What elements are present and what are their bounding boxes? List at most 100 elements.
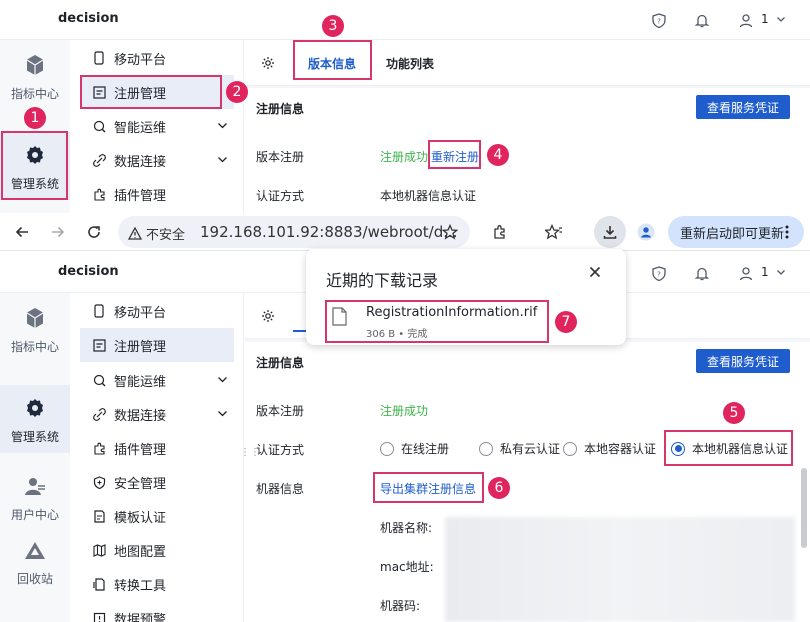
step-marker-7: 7 [555, 311, 577, 333]
radio-label: 在线注册 [401, 442, 450, 456]
reload-icon[interactable] [84, 222, 104, 242]
mobile-icon [92, 304, 106, 318]
submenu-item-convert[interactable]: 转换工具 [80, 567, 234, 601]
top-header: decision ? 1 [0, 0, 810, 40]
step-marker-2: 2 [226, 81, 248, 103]
download-icon[interactable] [594, 216, 626, 248]
submenu-item-mobile[interactable]: 移动平台 [80, 41, 234, 75]
submenu-label: 地图配置 [114, 544, 167, 560]
link-icon [92, 407, 106, 421]
submenu-item-data-connect[interactable]: 数据连接 [80, 143, 234, 177]
rail-label: 管理系统 [10, 430, 59, 444]
bottom-register-panel: 注册信息 查看服务凭证 版本注册 注册成功 认证方式 在线注册 私有云认证 本地… [245, 342, 810, 622]
machine-code-label: 机器码: [380, 599, 421, 613]
section-title: 注册信息 [256, 356, 305, 370]
radio-private-cloud[interactable]: 私有云认证 [479, 440, 560, 457]
version-status: 注册成功 [380, 150, 429, 164]
downloads-title: 近期的下载记录 [326, 271, 439, 290]
rail-item-recycle[interactable]: 回收站 [0, 541, 70, 601]
submenu-label: 插件管理 [114, 442, 167, 458]
recycle-icon [24, 541, 46, 564]
submenu-label: 移动平台 [114, 52, 167, 68]
tab-feature-list[interactable]: 功能列表 [386, 40, 434, 86]
submenu-item-mobile[interactable]: 移动平台 [80, 294, 234, 328]
bell-icon[interactable] [692, 10, 712, 30]
user-icon[interactable] [736, 263, 756, 283]
submenu-item-plugins[interactable]: 插件管理 [80, 431, 234, 465]
more-vert-icon[interactable] [784, 224, 790, 244]
plugin-icon [92, 441, 106, 455]
radio-label: 本地容器认证 [584, 442, 657, 456]
forward-arrow-icon[interactable] [48, 222, 68, 242]
view-cert-button[interactable]: 查看服务凭证 [696, 95, 790, 119]
submenu-label: 注册管理 [114, 339, 167, 355]
link-icon [92, 153, 106, 167]
chevron-down-icon[interactable] [776, 266, 786, 280]
user-icon[interactable] [736, 10, 756, 30]
submenu-item-data-connect[interactable]: 数据连接 [80, 397, 234, 431]
register-icon [92, 338, 106, 352]
extensions-icon[interactable] [490, 222, 510, 242]
insecure-label: 不安全 [146, 228, 186, 243]
update-label: 重新启动即可更新 [680, 226, 785, 242]
radio-dot[interactable] [479, 441, 493, 456]
rail-item-users[interactable]: 用户中心 [0, 477, 70, 537]
submenu-item-security[interactable]: 安全管理 [80, 465, 234, 499]
profile-avatar-icon[interactable] [636, 222, 656, 242]
submenu-item-ops[interactable]: 智能运维 [80, 109, 234, 143]
bookmarks-icon[interactable] [544, 222, 564, 242]
resize-handle-icon[interactable]: ⋮⋮ [240, 448, 260, 458]
star-icon[interactable] [441, 223, 459, 243]
bell-icon[interactable] [692, 263, 712, 283]
users-icon [24, 477, 46, 500]
top-submenu: 移动平台 注册管理 智能运维 数据连接 插件管理 [70, 40, 244, 213]
shield-help-icon[interactable]: ? [649, 10, 669, 30]
version-status: 注册成功 [380, 404, 429, 418]
back-arrow-icon[interactable] [12, 222, 32, 242]
alert-icon [92, 611, 106, 622]
submenu-item-plugins[interactable]: 插件管理 [80, 177, 234, 211]
restart-update-button[interactable]: 重新启动即可更新 [668, 216, 804, 248]
chevron-down-icon[interactable] [217, 154, 228, 169]
radio-online-register[interactable]: 在线注册 [380, 440, 449, 457]
submenu-item-map[interactable]: 地图配置 [80, 533, 234, 567]
submenu-label: 数据连接 [114, 154, 167, 170]
scrollbar-thumb[interactable] [801, 468, 807, 548]
highlight-box-version-tab [293, 40, 372, 80]
chevron-down-icon[interactable] [776, 13, 786, 27]
settings-icon[interactable] [261, 293, 275, 339]
warning-triangle-icon [128, 227, 142, 240]
chevron-down-icon[interactable] [217, 120, 228, 135]
rail-item-metrics[interactable]: 指标中心 [0, 303, 70, 373]
address-bar[interactable]: 不安全 192.168.101.92:8883/webroot/d... [118, 216, 470, 248]
auth-label: 认证方式 [256, 189, 305, 203]
chevron-down-icon[interactable] [217, 408, 228, 423]
shield-help-icon[interactable]: ? [649, 263, 669, 283]
url-text[interactable]: 192.168.101.92:8883/webroot/d... [200, 223, 458, 241]
brand-name: decision [58, 11, 119, 26]
submenu-label: 数据预警 [114, 612, 167, 622]
highlight-box-register [80, 75, 222, 109]
submenu-item-register[interactable]: 注册管理 [80, 328, 234, 362]
rail-label: 指标中心 [10, 87, 59, 101]
radio-dot[interactable] [380, 441, 394, 456]
rail-item-admin[interactable]: 管理系统 [0, 385, 70, 453]
submenu-label: 智能运维 [114, 374, 167, 390]
map-icon [92, 543, 106, 557]
submenu-label: 数据连接 [114, 408, 167, 424]
rail-label: 回收站 [16, 572, 53, 586]
security-warning[interactable]: 不安全 [128, 224, 185, 243]
step-marker-5: 5 [723, 402, 745, 424]
submenu-item-template[interactable]: 模板认证 [80, 499, 234, 533]
close-icon[interactable] [589, 266, 601, 281]
radio-local-container[interactable]: 本地容器认证 [563, 440, 656, 457]
chevron-down-icon[interactable] [217, 374, 228, 389]
settings-icon[interactable] [261, 40, 275, 86]
bottom-submenu: 移动平台 注册管理 智能运维 数据连接 插件管理 安全管理 模板认证 地图配置 … [70, 293, 244, 622]
radio-dot[interactable] [563, 441, 577, 456]
view-cert-button[interactable]: 查看服务凭证 [696, 349, 790, 373]
submenu-item-alert[interactable]: 数据预警 [80, 601, 234, 622]
version-label: 版本注册 [256, 404, 305, 418]
submenu-item-ops[interactable]: 智能运维 [80, 363, 234, 397]
plugin-icon [92, 187, 106, 201]
